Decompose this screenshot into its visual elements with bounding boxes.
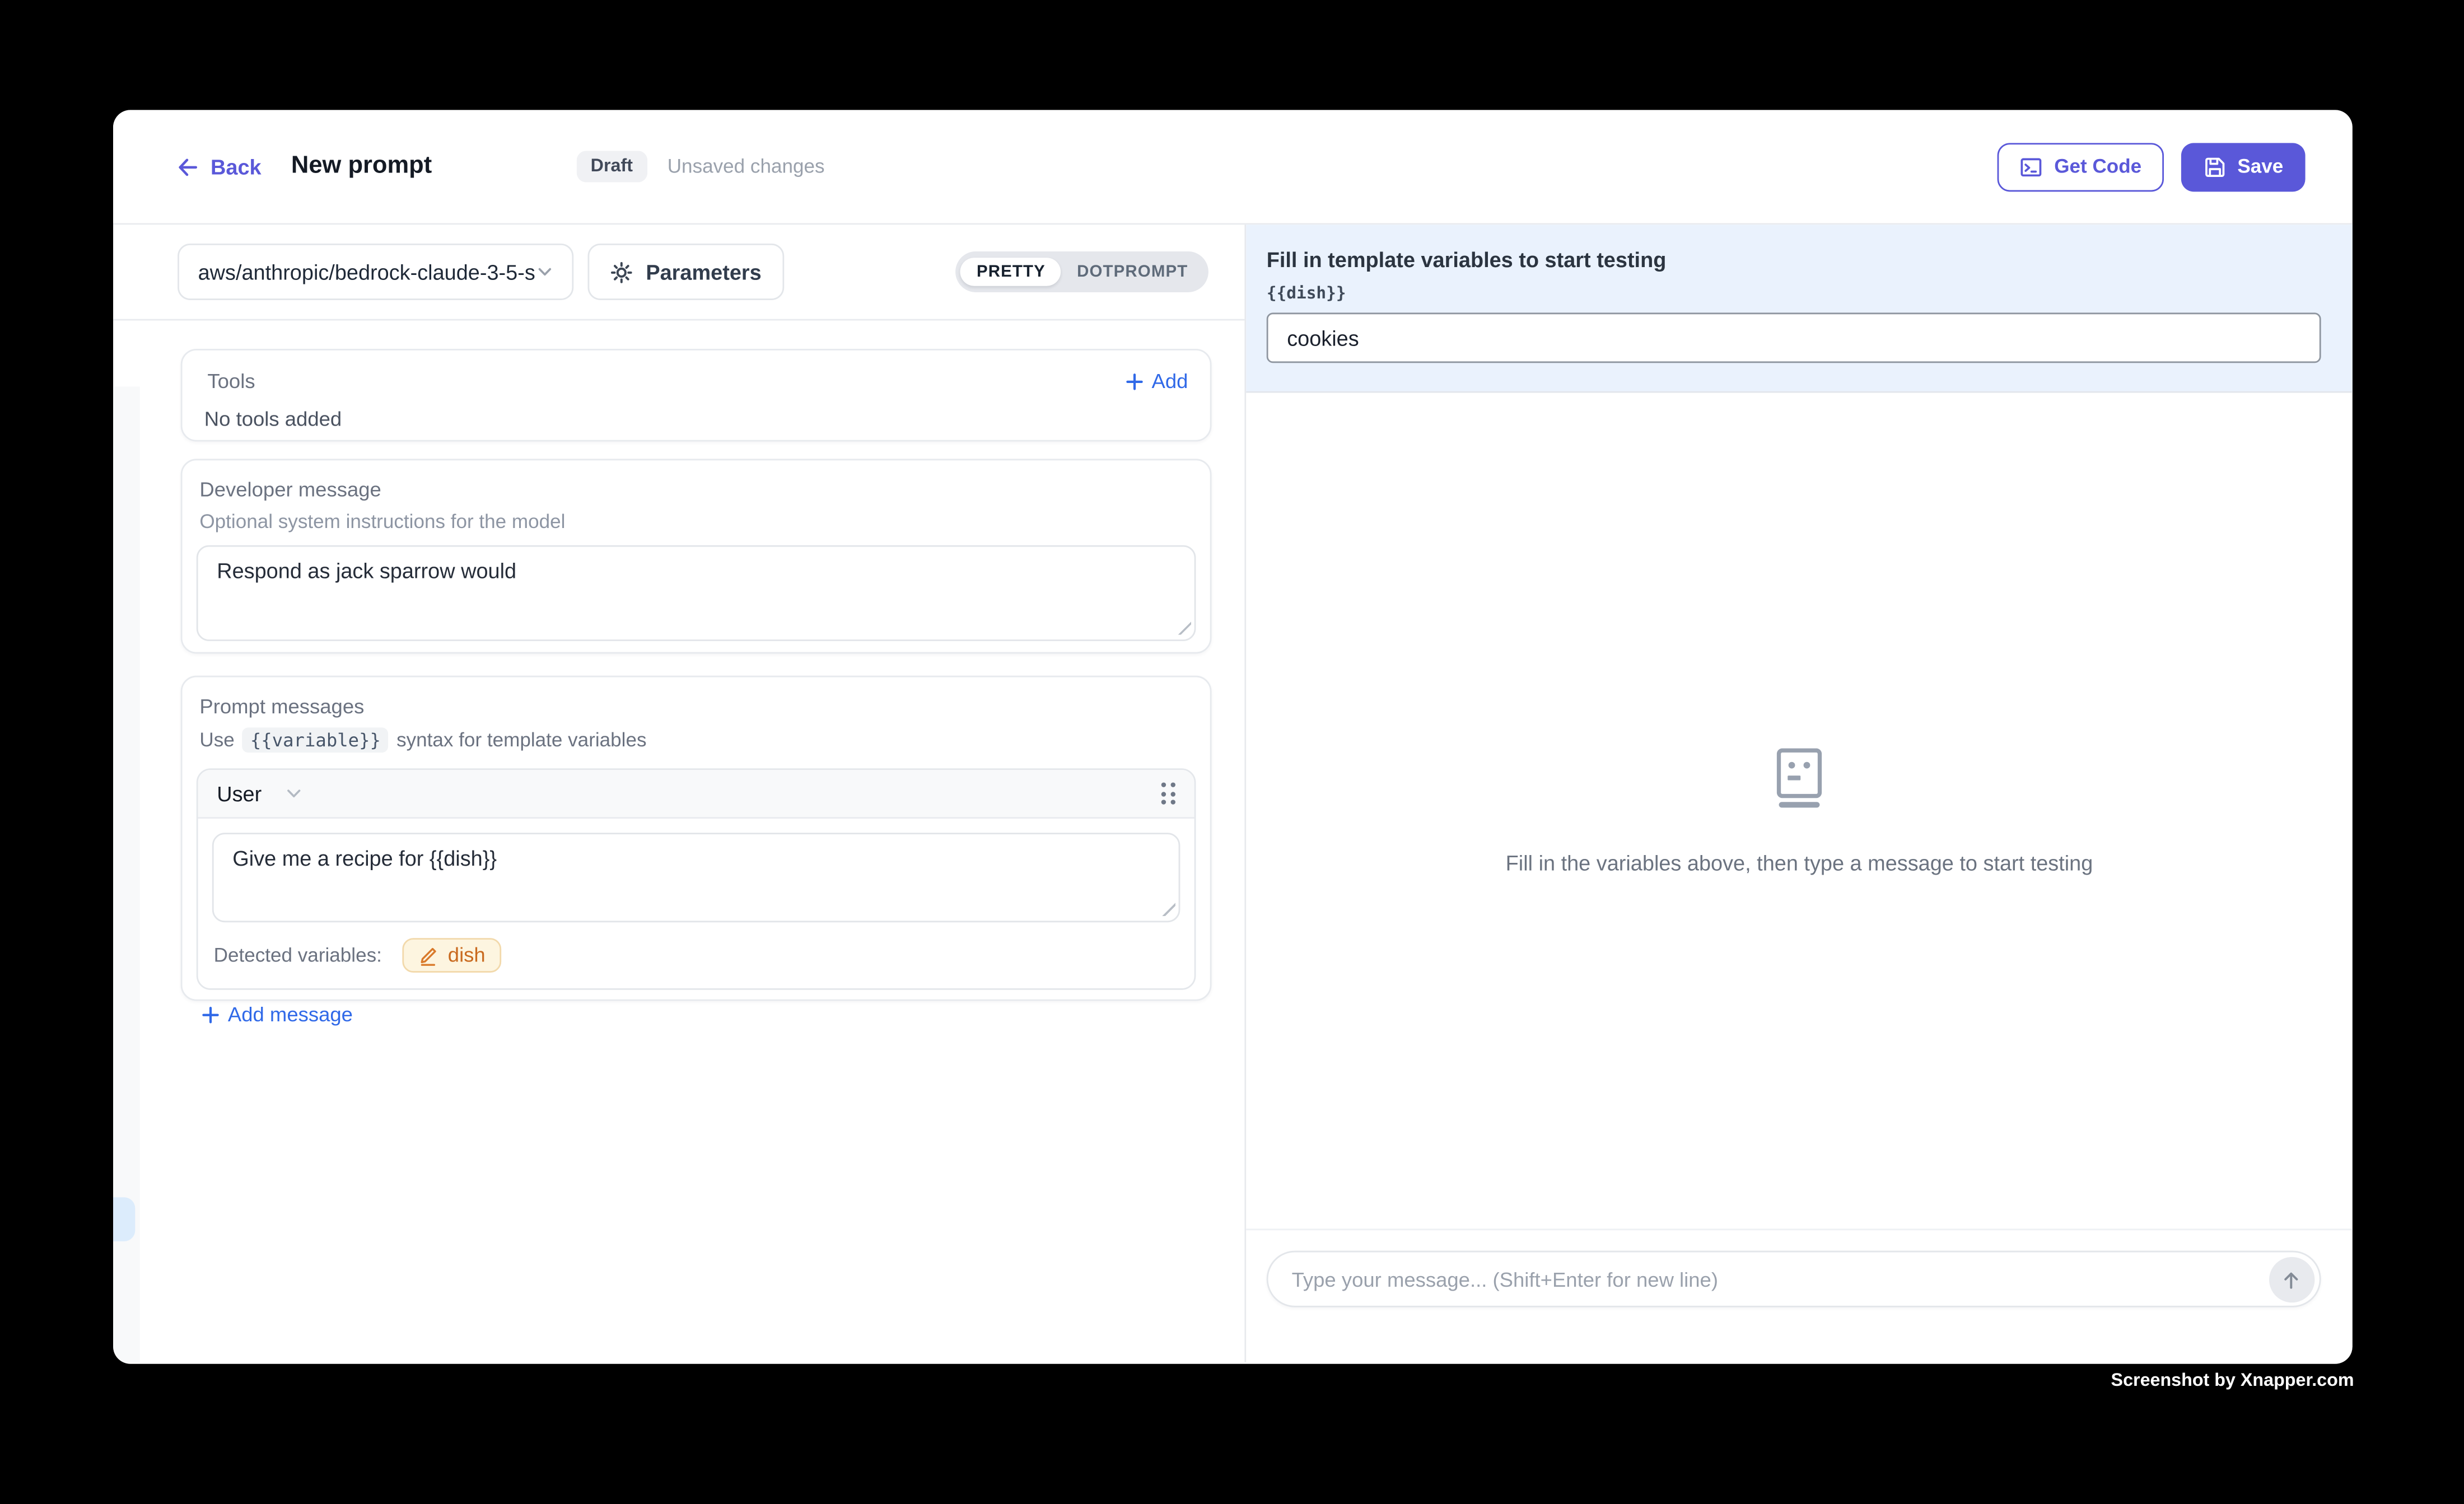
message-body: Give me a recipe for {{dish}} Detected v… <box>198 819 1194 988</box>
save-label: Save <box>2237 156 2283 178</box>
message-textarea[interactable]: Give me a recipe for {{dish}} <box>212 833 1180 922</box>
model-selector-value: aws/anthropic/bedrock-claude-3-5-s... <box>198 260 535 283</box>
chat-message-input[interactable] <box>1268 1252 2320 1305</box>
edit-pencil-icon <box>418 943 438 965</box>
developer-message-title: Developer message <box>199 478 1196 501</box>
message-role-value: User <box>217 782 262 805</box>
editor-toolbar: aws/anthropic/bedrock-claude-3-5-s... Pa… <box>113 225 1244 320</box>
save-button[interactable]: Save <box>2181 142 2305 191</box>
window-body: aws/anthropic/bedrock-claude-3-5-s... Pa… <box>113 225 2353 1362</box>
empty-state-text: Fill in the variables above, then type a… <box>1506 851 2093 875</box>
tools-card-title: Tools <box>207 369 255 393</box>
page-title: New prompt <box>291 152 432 181</box>
plus-icon <box>1125 372 1144 391</box>
format-toggle: PRETTY DOTPROMPT <box>956 251 1208 292</box>
back-label: Back <box>211 155 262 178</box>
drag-handle[interactable] <box>1161 782 1175 804</box>
add-tool-button[interactable]: Add <box>1125 369 1188 393</box>
window-header: Back New prompt Draft Unsaved changes Ge… <box>113 110 2353 225</box>
template-variables-title: Fill in template variables to start test… <box>1267 248 2321 272</box>
toggle-option-dotprompt[interactable]: DOTPROMPT <box>1061 258 1203 286</box>
sidebar-active-item-edge <box>113 1197 135 1241</box>
chat-empty-state: Fill in the variables above, then type a… <box>1246 393 2353 1229</box>
hint-variable-code: {{variable}} <box>242 727 389 753</box>
robot-face-icon <box>1774 747 1824 810</box>
developer-message-subtitle: Optional system instructions for the mod… <box>199 511 1196 533</box>
app-window: Back New prompt Draft Unsaved changes Ge… <box>113 110 2353 1363</box>
chevron-down-icon <box>535 263 553 282</box>
message-header: User <box>198 770 1194 819</box>
prompt-messages-title: Prompt messages <box>199 694 1196 718</box>
tools-card: Tools Add No tools added <box>181 349 1212 442</box>
detected-variables-row: Detected variables: dish <box>212 938 1180 973</box>
developer-message-card: Developer message Optional system instru… <box>181 459 1212 653</box>
message-role-selector[interactable]: User <box>217 782 302 805</box>
tools-empty-text: No tools added <box>204 407 1188 431</box>
parameters-button[interactable]: Parameters <box>587 244 783 300</box>
template-variables-section: Fill in template variables to start test… <box>1246 225 2353 393</box>
plus-icon <box>201 1005 220 1024</box>
watermark-text: Screenshot by Xnapper.com <box>2111 1372 2354 1391</box>
hint-prefix: Use <box>199 729 234 751</box>
variable-key-label: {{dish}} <box>1267 284 2321 303</box>
gear-icon <box>610 260 633 283</box>
chat-input-container <box>1267 1251 2321 1307</box>
variable-badge-label: dish <box>448 943 486 966</box>
get-code-label: Get Code <box>2054 156 2141 178</box>
developer-message-textarea[interactable]: Respond as jack sparrow would <box>197 545 1196 641</box>
status-badge: Draft <box>576 151 647 182</box>
unsaved-changes-text: Unsaved changes <box>668 156 825 178</box>
back-button[interactable]: Back <box>176 155 261 178</box>
model-selector[interactable]: aws/anthropic/bedrock-claude-3-5-s... <box>178 244 573 300</box>
variable-value-input[interactable] <box>1267 312 2321 363</box>
terminal-icon <box>2020 155 2043 178</box>
template-syntax-hint: Use {{variable}} syntax for template var… <box>199 727 1196 753</box>
background-sidebar-edge <box>113 386 140 1362</box>
chevron-down-icon <box>284 784 303 803</box>
add-tool-label: Add <box>1151 369 1188 393</box>
add-message-button[interactable]: Add message <box>201 1002 1196 1026</box>
variable-badge-dish[interactable]: dish <box>402 938 501 973</box>
parameters-label: Parameters <box>646 260 761 283</box>
send-button[interactable] <box>2269 1257 2314 1302</box>
test-panel: Fill in template variables to start test… <box>1246 225 2353 1362</box>
screenshot-stage: Back New prompt Draft Unsaved changes Ge… <box>0 0 2464 1504</box>
hint-suffix: syntax for template variables <box>396 729 646 751</box>
save-icon <box>2203 155 2227 178</box>
prompt-editor-panel: aws/anthropic/bedrock-claude-3-5-s... Pa… <box>113 225 1246 1362</box>
get-code-button[interactable]: Get Code <box>1998 142 2163 191</box>
editor-content: Tools Add No tools added Developer messa… <box>113 320 1244 1362</box>
arrow-left-icon <box>176 155 199 178</box>
message-block: User Give me a recipe for {{dish}} <box>197 768 1196 990</box>
toggle-option-pretty[interactable]: PRETTY <box>961 258 1061 286</box>
chat-input-bar <box>1246 1229 2353 1362</box>
detected-variables-label: Detected variables: <box>214 944 382 966</box>
prompt-messages-card: Prompt messages Use {{variable}} syntax … <box>181 676 1212 1001</box>
arrow-up-icon <box>2280 1269 2302 1291</box>
add-message-label: Add message <box>228 1002 353 1026</box>
